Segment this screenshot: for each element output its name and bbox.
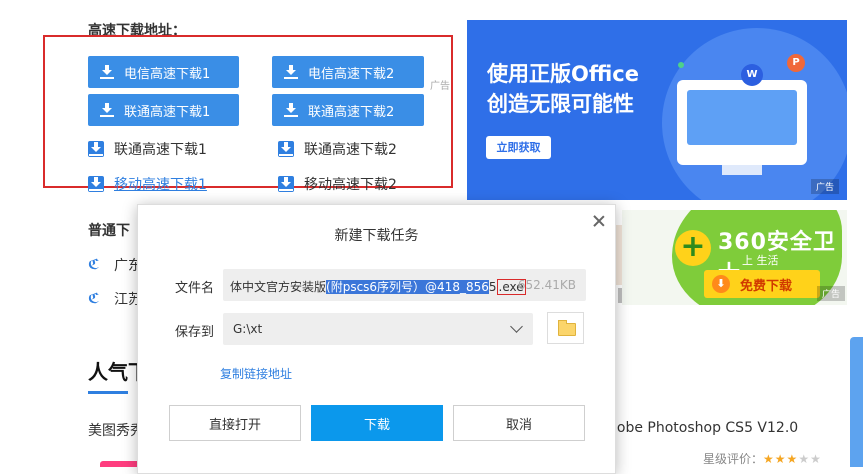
- download-icon: [284, 65, 298, 79]
- ad-cta-button[interactable]: 立即获取: [486, 136, 551, 159]
- ad-subheadline: 创造无限可能性: [487, 92, 634, 116]
- product-title[interactable]: dobe Photoshop CS5 V12.0: [608, 420, 798, 436]
- save-path-select[interactable]: G:\xt: [223, 313, 533, 345]
- new-download-dialog: 新建下载任务 文件名 体中文官方安装版(附pscs6序列号）@418_8565.…: [137, 204, 616, 474]
- mobile-link-2[interactable]: 移动高速下载2: [278, 174, 397, 194]
- open-directly-button[interactable]: 直接打开: [169, 405, 301, 441]
- powerpoint-icon: P: [787, 54, 805, 72]
- chevron-down-icon: [510, 320, 523, 333]
- popular-item[interactable]: 美图秀秀: [88, 420, 144, 440]
- popular-underline: [88, 391, 128, 394]
- star-icon: ★: [763, 452, 775, 466]
- ad-tag: 广告: [810, 179, 839, 194]
- cancel-button[interactable]: 取消: [453, 405, 585, 441]
- side-float-toolbar[interactable]: [850, 337, 863, 467]
- unicom-download-2-button[interactable]: 联通高速下载2: [272, 94, 424, 126]
- word-icon: W: [741, 64, 763, 86]
- monitor-illustration: [677, 80, 807, 165]
- download-icon: [100, 65, 114, 79]
- telecom-download-1-button[interactable]: 电信高速下载1: [88, 56, 239, 88]
- download-icon: [278, 141, 294, 157]
- decor-dot: [678, 62, 684, 68]
- office-ad-banner[interactable]: 使用正版Office 创造无限可能性 立即获取 W P 广告: [467, 20, 847, 200]
- dialog-title: 新建下载任务: [334, 228, 419, 244]
- ad-tag: 广告: [816, 286, 845, 301]
- filename-label: 文件名: [175, 281, 215, 296]
- download-icon: [100, 103, 114, 117]
- filename-selection: (附pscs6序列号）@418_856: [326, 280, 489, 294]
- copy-link-address[interactable]: 复制链接地址: [220, 365, 292, 382]
- ad-tag: 广告: [430, 81, 450, 92]
- unicom-link-1[interactable]: 联通高速下载1: [88, 139, 207, 159]
- download-icon: [284, 103, 298, 117]
- star-icon: ★: [786, 452, 799, 466]
- isp-item-jiangsu[interactable]: ℭ 江苏: [88, 289, 142, 309]
- download-arrow-icon: ⬇: [712, 275, 730, 293]
- save-to-label: 保存到: [175, 325, 215, 340]
- 360-logo-icon: +: [675, 230, 711, 266]
- browse-folder-button[interactable]: [547, 312, 584, 344]
- unicom-download-1-button[interactable]: 联通高速下载1: [88, 94, 239, 126]
- star-icon: ★: [810, 452, 822, 466]
- download-icon: [88, 141, 104, 157]
- rating-stars: ★★★★★: [763, 452, 822, 466]
- app-thumbnail: [100, 461, 140, 467]
- unicom-link-2[interactable]: 联通高速下载2: [278, 139, 397, 159]
- star-icon: ★: [798, 452, 811, 466]
- close-icon[interactable]: [591, 214, 607, 230]
- star-icon: ★: [774, 452, 787, 466]
- file-size: 652.41KB: [517, 278, 576, 292]
- free-download-button[interactable]: ⬇ 免费下载: [704, 270, 820, 298]
- telecom-logo-icon: ℭ: [88, 257, 100, 273]
- download-icon: [278, 176, 294, 192]
- normal-download-title: 普通下: [88, 223, 130, 239]
- mobile-link-1[interactable]: 移动高速下载1: [88, 174, 207, 194]
- 360-security-ad[interactable]: + 360安全卫士 上 生活 ⬇ 免费下载 广告: [622, 210, 847, 305]
- folder-icon: [558, 320, 576, 336]
- isp-item-guangdong[interactable]: ℭ 广东: [88, 255, 142, 275]
- filename-field[interactable]: 体中文官方安装版(附pscs6序列号）@418_8565 .exe 652.41K…: [223, 269, 586, 301]
- ad-headline: 使用正版Office: [487, 62, 639, 86]
- download-button[interactable]: 下载: [311, 405, 443, 441]
- telecom-logo-icon: ℭ: [88, 291, 100, 307]
- telecom-download-2-button[interactable]: 电信高速下载2: [272, 56, 424, 88]
- product-rating: 星级评价：★★★★★: [703, 452, 822, 466]
- ad-subheadline: 上 生活: [742, 254, 779, 267]
- download-icon: [88, 176, 104, 192]
